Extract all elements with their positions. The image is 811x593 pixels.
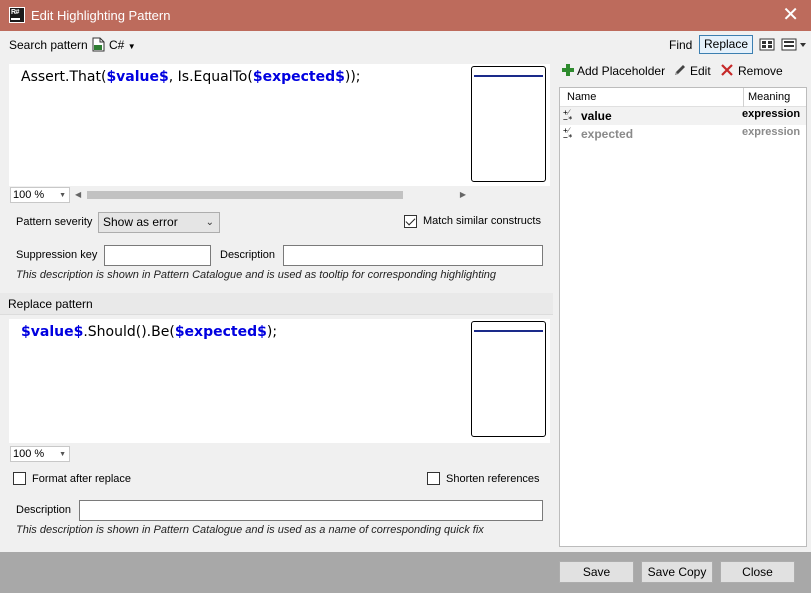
column-name-header[interactable]: Name (567, 91, 596, 103)
placeholder-token: $expected$ (252, 69, 345, 85)
suppression-key-label: Suppression key (16, 249, 98, 261)
code-token: ); (266, 324, 278, 340)
table-row[interactable]: +⁄ −* value expression (560, 107, 806, 125)
replace-zoom-select[interactable]: 100 % ▼ (10, 446, 70, 462)
pattern-severity-label: Pattern severity (16, 216, 93, 228)
save-button[interactable]: Save (559, 561, 634, 583)
format-after-replace-checkbox[interactable] (13, 472, 26, 485)
pattern-severity-value: Show as error (103, 215, 178, 229)
replace-description-input[interactable] (79, 500, 543, 521)
add-icon[interactable] (561, 63, 575, 77)
placeholder-name: expected (581, 127, 634, 141)
replace-minimap (471, 321, 546, 437)
table-row[interactable]: +⁄ −* expected expression (560, 125, 806, 143)
scrollbar-thumb[interactable] (87, 191, 403, 199)
search-pattern-editor[interactable]: Assert.That($value$, Is.EqualTo($expecte… (9, 64, 550, 186)
remove-placeholder-button[interactable]: Remove (738, 64, 783, 78)
column-meaning-header[interactable]: Meaning (748, 91, 790, 103)
code-token: .Should().Be( (83, 324, 175, 340)
search-zoom-value: 100 % (13, 189, 45, 201)
search-horizontal-scrollbar[interactable]: ◀ ▶ (75, 188, 468, 201)
description-hint: This description is shown in Pattern Cat… (16, 269, 497, 281)
match-similar-checkbox[interactable] (404, 215, 417, 228)
chevron-down-icon: ▼ (59, 451, 66, 458)
replace-description-label: Description (16, 504, 72, 516)
window-title: Edit Highlighting Pattern (31, 8, 171, 23)
placeholder-meaning: expression (742, 126, 801, 138)
title-bar: R# Edit Highlighting Pattern ✕ (0, 0, 811, 31)
shorten-references-label: Shorten references (446, 473, 540, 485)
save-copy-button[interactable]: Save Copy (641, 561, 713, 583)
placeholder-token: $value$ (21, 324, 84, 340)
close-button[interactable]: Close (720, 561, 795, 583)
chevron-down-icon: ⌄ (205, 217, 214, 228)
search-pattern-label: Search pattern (9, 38, 88, 52)
replace-mode-button[interactable]: Replace (699, 35, 754, 54)
placeholders-table: Name Meaning +⁄ −* value expression +⁄ −* … (559, 87, 807, 547)
description-input[interactable] (283, 245, 543, 266)
placeholder-expression-icon: +⁄ −* (563, 126, 573, 142)
replace-pattern-editor[interactable]: $value$.Should().Be($expected$); (9, 319, 550, 443)
match-similar-label: Match similar constructs (423, 215, 541, 227)
scroll-left-icon[interactable]: ◀ (75, 190, 81, 199)
placeholder-token: $value$ (106, 69, 169, 85)
remove-icon[interactable] (720, 63, 734, 77)
find-mode-button[interactable]: Find (669, 38, 692, 52)
edit-placeholder-button[interactable]: Edit (690, 64, 711, 78)
pattern-severity-select[interactable]: Show as error ⌄ (98, 212, 220, 233)
placeholder-name: value (581, 109, 612, 123)
search-zoom-select[interactable]: 100 % ▼ (10, 187, 70, 203)
replace-pattern-code: $value$.Should().Be($expected$); (21, 324, 277, 340)
add-placeholder-button[interactable]: Add Placeholder (577, 64, 665, 78)
suppression-key-input[interactable] (104, 245, 211, 266)
shorten-references-checkbox[interactable] (427, 472, 440, 485)
pencil-icon[interactable] (673, 63, 687, 77)
view-options-icon[interactable] (759, 38, 775, 51)
placeholder-expression-icon: +⁄ −* (563, 108, 573, 124)
code-token: , Is.EqualTo( (168, 69, 253, 85)
replace-pattern-label: Replace pattern (8, 297, 93, 311)
search-pattern-code: Assert.That($value$, Is.EqualTo($expecte… (21, 69, 361, 85)
format-after-replace-label: Format after replace (32, 473, 132, 485)
resharper-app-icon: R# (9, 7, 25, 23)
description-label: Description (220, 249, 276, 261)
placeholder-token: $expected$ (174, 324, 267, 340)
code-token: )); (344, 69, 361, 85)
chevron-down-icon: ▼ (127, 42, 136, 51)
csharp-file-icon (92, 37, 105, 52)
language-selector[interactable]: C# ▼ (109, 38, 136, 52)
placeholder-meaning: expression (742, 108, 801, 120)
dialog-footer: Save Save Copy Close (0, 552, 811, 593)
code-token: Assert.That( (21, 69, 107, 85)
scroll-right-icon[interactable]: ▶ (460, 190, 466, 199)
placeholders-table-header: Name Meaning (560, 88, 806, 107)
replace-pattern-header: Replace pattern (0, 293, 553, 315)
layout-options-icon[interactable] (781, 38, 807, 51)
search-minimap (471, 66, 546, 182)
close-window-icon[interactable]: ✕ (782, 3, 799, 27)
replace-zoom-value: 100 % (13, 448, 45, 460)
chevron-down-icon: ▼ (59, 192, 66, 199)
replace-description-hint: This description is shown in Pattern Cat… (16, 524, 484, 536)
language-value: C# (109, 38, 125, 52)
